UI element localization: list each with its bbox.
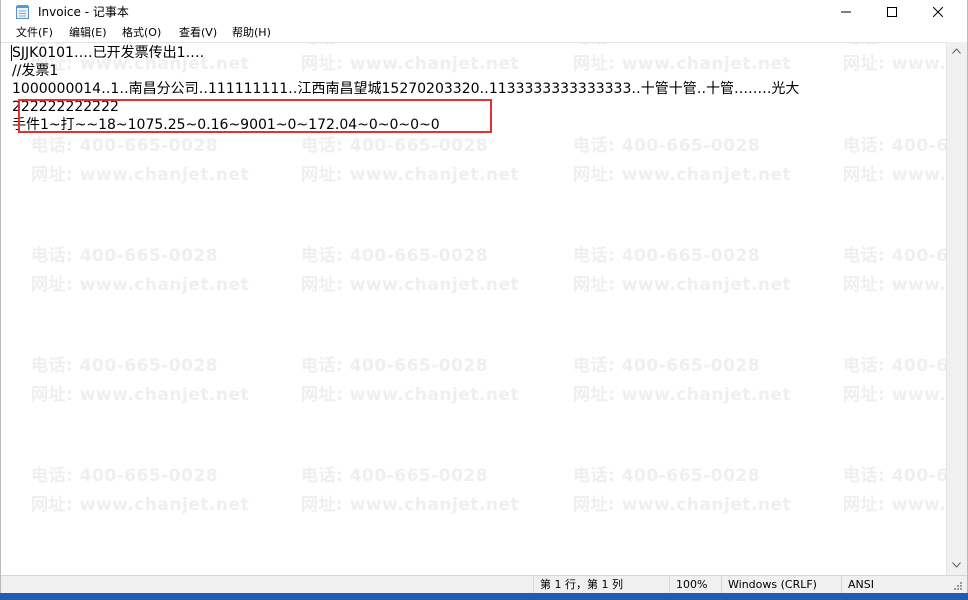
status-line-ending: Windows (CRLF) <box>721 576 841 594</box>
menu-format[interactable]: 格式(O) <box>122 25 161 41</box>
watermark-phone: 电话: 400-665-0028 <box>31 356 219 376</box>
watermark-phone: 电话: 400-665-0028 <box>573 466 761 486</box>
status-bar: 第 1 行，第 1 列 100% Windows (CRLF) ANSI <box>1 575 967 594</box>
watermark-phone: 电话: 400-665-0028 <box>301 356 489 376</box>
window-title: Invoice - 记事本 <box>38 5 129 19</box>
text-line: //发票1 <box>12 63 59 79</box>
watermark-site: 网址: www.chanjet.net <box>573 495 792 515</box>
watermark-phone: 电话: 400-665-0028 <box>573 246 761 266</box>
minimize-icon <box>841 11 851 13</box>
watermark-phone: 电话: 400-665-0028 <box>31 466 219 486</box>
watermark-site: 网址: www.chanjet.net <box>31 495 250 515</box>
watermark-site: 网址: www.chanjet.net <box>843 165 946 185</box>
watermark-phone: 电话: 400-665-0028 <box>843 356 946 376</box>
status-encoding: ANSI <box>841 576 951 594</box>
watermark-phone: 电话: 400-665-0028 <box>31 246 219 266</box>
watermark-phone: 电话: 400-665-0028 <box>301 466 489 486</box>
text-editor[interactable]: 电话: 400-665-0028 电话: 400-665-0028 电话: 40… <box>1 42 946 576</box>
text-caret <box>11 45 12 61</box>
watermark-site: 网址: www.chanjet.net <box>573 165 792 185</box>
status-zoom: 100% <box>669 576 721 594</box>
menu-file[interactable]: 文件(F) <box>16 25 53 41</box>
watermark-phone: 电话: 400-665-0028 <box>843 466 946 486</box>
menu-edit[interactable]: 编辑(E) <box>69 25 107 41</box>
menu-view[interactable]: 查看(V) <box>179 25 217 41</box>
text-line: 1000000014‥1‥南昌分公司‥111111111‥江西南昌望城15270… <box>12 81 800 97</box>
resize-grip-icon[interactable] <box>953 581 963 591</box>
scroll-up-arrow-icon[interactable] <box>952 48 961 54</box>
watermark-site: 网址: www.chanjet.net <box>301 495 520 515</box>
watermark-site: 网址: www.chanjet.net <box>573 275 792 295</box>
watermark-site: 网址: www.chanjet.net <box>31 165 250 185</box>
text-line: SJJK0101‥‥已开发票传出1‥‥ <box>12 45 205 61</box>
close-button[interactable] <box>915 0 961 24</box>
watermark-phone: 电话: 400-665-0028 <box>843 246 946 266</box>
watermark-site: 网址: www.chanjet.net <box>31 385 250 405</box>
minimize-button[interactable] <box>823 0 869 24</box>
watermark-phone: 电话: 400-665-0028 <box>843 136 946 156</box>
watermark-site: 网址: www.chanjet.net <box>31 275 250 295</box>
watermark-site: 网址: www.chanjet.net <box>843 495 946 515</box>
menu-help[interactable]: 帮助(H) <box>232 25 271 41</box>
watermark-site: 网址: www.chanjet.net <box>301 165 520 185</box>
watermark-phone: 电话: 400-665-0028 <box>573 356 761 376</box>
notepad-icon <box>16 5 29 19</box>
highlight-box <box>18 99 492 133</box>
notepad-window: Invoice - 记事本 文件(F) 编辑(E) 格式(O) 查看(V) 帮助… <box>0 0 968 600</box>
taskbar-strip <box>0 593 968 600</box>
watermark-phone: 电话: 400-665-0028 <box>31 136 219 156</box>
menu-bar: 文件(F) 编辑(E) 格式(O) 查看(V) 帮助(H) <box>1 24 967 42</box>
watermark-site: 网址: www.chanjet.net <box>843 385 946 405</box>
watermark-site: 网址: www.chanjet.net <box>301 385 520 405</box>
scroll-down-arrow-icon[interactable] <box>952 562 961 568</box>
watermark-phone: 电话: 400-665-0028 <box>301 246 489 266</box>
watermark-phone: 电话: 400-665-0028 <box>573 136 761 156</box>
maximize-icon <box>887 7 897 17</box>
maximize-button[interactable] <box>869 0 915 24</box>
title-bar[interactable]: Invoice - 记事本 <box>1 0 967 24</box>
vertical-scrollbar[interactable] <box>946 42 967 575</box>
watermark-phone: 电话: 400-665-0028 <box>301 136 489 156</box>
status-cursor-position: 第 1 行，第 1 列 <box>533 576 669 594</box>
watermark-site: 网址: www.chanjet.net <box>301 275 520 295</box>
watermark-site: 网址: www.chanjet.net <box>843 275 946 295</box>
watermark-site: 网址: www.chanjet.net <box>573 385 792 405</box>
close-icon <box>933 7 943 17</box>
